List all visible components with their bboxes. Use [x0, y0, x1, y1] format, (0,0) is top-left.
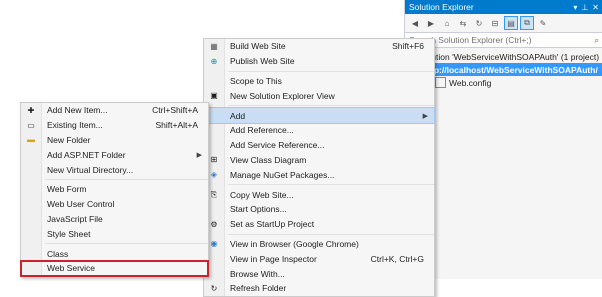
menu-item-label: Web User Control [47, 199, 115, 210]
menu-item-manage-nuget-packages[interactable]: ◈ Manage NuGet Packages... [204, 167, 434, 182]
class-diagram-icon: ⊞ [210, 155, 218, 165]
menu-item-web-user-control[interactable]: Web User Control [21, 197, 208, 212]
menu-item-shortcut: Shift+Alt+A [155, 120, 198, 131]
menu-separator [45, 243, 208, 245]
sync-icon[interactable]: ⇆ [457, 17, 469, 29]
submenu-arrow-icon: ▶ [422, 112, 428, 120]
menu-item-new-solution-explorer-view[interactable]: ▣ New Solution Explorer View [204, 88, 434, 103]
browser-icon: ◉ [210, 239, 218, 249]
close-icon[interactable]: ✕ [592, 3, 599, 12]
menu-item-scope-to-this[interactable]: Scope to This [204, 74, 434, 89]
submenu-arrow-icon: ▶ [196, 151, 202, 159]
menu-item-label: Start Options... [230, 204, 287, 215]
new-view-icon: ▣ [210, 91, 218, 101]
menu-item-label: Add [230, 110, 246, 121]
refresh-icon[interactable]: ↻ [473, 17, 485, 29]
menu-item-new-virtual-directory[interactable]: New Virtual Directory... [21, 162, 208, 177]
solution-explorer-toolbar: ◀ ▶ ⌂ ⇆ ↻ ⊟ ▤ ⧉ ✎ [405, 14, 602, 33]
menu-item-label: Web Form [47, 184, 87, 195]
menu-item-label: Add Reference... [230, 125, 294, 136]
menu-item-label: New Solution Explorer View [230, 90, 335, 101]
menu-item-label: Add ASP.NET Folder [47, 149, 126, 160]
menu-item-label: Publish Web Site [230, 56, 295, 67]
menu-item-add-service-reference[interactable]: Add Service Reference... [204, 138, 434, 153]
collapse-all-icon[interactable]: ⊟ [489, 17, 501, 29]
menu-item-view-class-diagram[interactable]: ⊞ View Class Diagram [204, 153, 434, 168]
menu-item-label: Class [47, 248, 69, 259]
copy-site-icon: ⎘ [210, 189, 218, 199]
tree-node-label: Web.config [449, 77, 492, 88]
context-menu: ▦ Build Web Site Shift+F6 ⊕ Publish Web Site… [203, 38, 435, 297]
menu-item-set-as-startup-project[interactable]: ⚙ Set as StartUp Project [204, 217, 434, 232]
menu-item-copy-web-site[interactable]: ⎘ Copy Web Site... [204, 187, 434, 202]
menu-item-label: Existing Item... [47, 120, 103, 131]
menu-item-shortcut: Ctrl+Shift+A [152, 105, 198, 116]
tree-node-label: http://localhost/WebServiceWithSOAPAuth/ [423, 64, 598, 75]
menu-item-refresh-folder[interactable]: ↻ Refresh Folder [204, 281, 434, 296]
menu-item-label: Web Service [47, 263, 96, 274]
menu-item-web-service[interactable]: Web Service [20, 259, 209, 277]
menu-item-label: Set as StartUp Project [230, 219, 315, 230]
menu-item-label: Add New Item... [47, 105, 108, 116]
solution-explorer-titlebar: Solution Explorer ▾ ⊥ ✕ [405, 0, 602, 14]
search-icon[interactable]: ⌕ [594, 35, 602, 46]
menu-item-label: Scope to This [230, 75, 282, 86]
menu-item-label: Browse With... [230, 268, 285, 279]
menu-item-build-web-site[interactable]: ▦ Build Web Site Shift+F6 [204, 39, 434, 54]
build-icon: ▦ [210, 41, 218, 51]
menu-item-existing-item[interactable]: ▭ Existing Item... Shift+Alt+A [21, 118, 208, 133]
menu-item-add[interactable]: Add ▶ [203, 107, 435, 124]
add-submenu: ✚ Add New Item... Ctrl+Shift+A ▭ Existing It… [20, 102, 209, 277]
menu-item-add-asp-net-folder[interactable]: Add ASP.NET Folder ▶ [21, 147, 208, 162]
pin-icon[interactable]: ⊥ [581, 3, 588, 12]
menu-item-shortcut: Shift+F6 [392, 41, 424, 52]
properties-icon[interactable]: ✎ [537, 17, 549, 29]
forward-icon[interactable]: ▶ [425, 17, 437, 29]
menu-item-add-new-item[interactable]: ✚ Add New Item... Ctrl+Shift+A [21, 103, 208, 118]
refresh-icon: ↻ [210, 283, 218, 293]
show-all-files-icon[interactable]: ▤ [504, 16, 518, 30]
menu-item-view-in-page-inspector[interactable]: View in Page Inspector Ctrl+K, Ctrl+G [204, 251, 434, 266]
back-icon[interactable]: ◀ [409, 17, 421, 29]
menu-item-class[interactable]: Class [21, 246, 208, 261]
tree-node-label: Solution 'WebServiceWithSOAPAuth' (1 pro… [419, 51, 600, 62]
menu-item-label: Style Sheet [47, 228, 91, 239]
dropdown-arrow-icon[interactable]: ▾ [573, 3, 577, 12]
menu-item-label: Refresh Folder [230, 283, 287, 294]
menu-separator [228, 105, 434, 107]
publish-icon: ⊕ [210, 56, 218, 66]
startup-gear-icon: ⚙ [210, 219, 218, 229]
config-file-icon [435, 77, 446, 88]
menu-item-label: Copy Web Site... [230, 189, 294, 200]
menu-item-label: View in Page Inspector [230, 253, 317, 264]
menu-item-new-folder[interactable]: ▬ New Folder [21, 133, 208, 148]
folder-icon: ▬ [27, 135, 35, 145]
solution-explorer-title: Solution Explorer [409, 2, 474, 12]
nuget-icon: ◈ [210, 170, 218, 180]
menu-item-label: New Virtual Directory... [47, 164, 134, 175]
menu-item-label: Manage NuGet Packages... [230, 169, 335, 180]
preview-icon[interactable]: ⧉ [520, 16, 534, 30]
menu-item-label: Build Web Site [230, 41, 286, 52]
menu-item-javascript-file[interactable]: JavaScript File [21, 212, 208, 227]
menu-item-web-form[interactable]: Web Form [21, 182, 208, 197]
menu-item-label: View in Browser (Google Chrome) [230, 238, 359, 249]
menu-item-label: JavaScript File [47, 213, 103, 224]
menu-item-style-sheet[interactable]: Style Sheet [21, 226, 208, 241]
menu-item-label: Add Service Reference... [230, 140, 325, 151]
menu-separator [45, 178, 208, 180]
menu-item-label: View Class Diagram [230, 154, 307, 165]
menu-separator [228, 70, 434, 72]
existing-item-icon: ▭ [27, 120, 35, 130]
menu-separator [228, 233, 434, 235]
menu-item-publish-web-site[interactable]: ⊕ Publish Web Site [204, 54, 434, 69]
menu-item-add-reference[interactable]: Add Reference... [204, 123, 434, 138]
menu-item-view-in-browser-google-chrome[interactable]: ◉ View in Browser (Google Chrome) [204, 237, 434, 252]
new-item-icon: ✚ [27, 105, 35, 115]
menu-separator [228, 184, 434, 186]
menu-item-shortcut: Ctrl+K, Ctrl+G [370, 253, 424, 264]
menu-item-label: New Folder [47, 134, 91, 145]
home-icon[interactable]: ⌂ [441, 17, 453, 29]
menu-item-start-options[interactable]: Start Options... [204, 202, 434, 217]
